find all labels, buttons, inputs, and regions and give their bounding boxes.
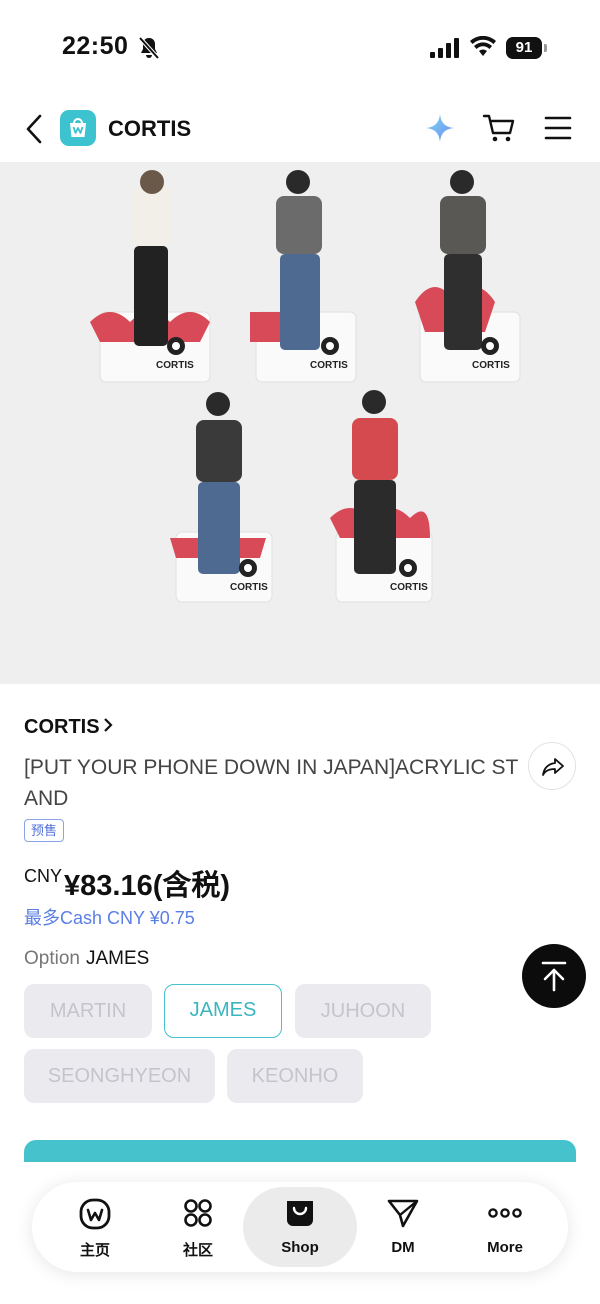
more-dots-icon xyxy=(488,1208,522,1218)
battery-cap xyxy=(544,44,547,52)
option-juhoon[interactable]: JUHOON xyxy=(295,984,431,1038)
stand-label-4: CORTIS xyxy=(230,582,268,593)
status-bar: 22:50 91 xyxy=(0,0,600,96)
product-title: [PUT YOUR PHONE DOWN IN JAPAN]ACRYLIC ST… xyxy=(24,756,519,810)
nav-shop-label: Shop xyxy=(281,1239,319,1256)
stand-label-3: CORTIS xyxy=(472,360,510,371)
acrylic-stand-4 xyxy=(170,392,273,603)
bell-off-icon xyxy=(138,36,160,60)
price-value: ¥83.16(含税) xyxy=(64,870,231,902)
chevron-right-icon xyxy=(103,718,113,732)
price-row: CNY¥83.16(含税) xyxy=(24,862,230,904)
nav-home[interactable]: 主页 xyxy=(42,1182,148,1272)
nav-dm[interactable]: DM xyxy=(350,1182,456,1272)
option-martin[interactable]: MARTIN xyxy=(24,984,152,1038)
weverse-shop-bag-icon xyxy=(60,110,96,146)
presale-badge: 预售 xyxy=(24,819,65,842)
option-selected-value: JAMES xyxy=(85,948,150,969)
bottom-nav: 主页 社区 Shop DM More xyxy=(32,1182,568,1272)
share-button[interactable] xyxy=(528,742,576,790)
stand-label-2: CORTIS xyxy=(310,360,348,371)
nav-dm-label: DM xyxy=(391,1239,415,1256)
product-image[interactable]: CORTIS CORTIS CORTIS CORTIS CORTIS xyxy=(0,162,600,684)
header-title: CORTIS xyxy=(108,116,192,141)
option-seonghyeon[interactable]: SEONGHYEON xyxy=(24,1049,215,1103)
nav-more[interactable]: More xyxy=(452,1182,558,1272)
cart-icon[interactable] xyxy=(482,112,516,144)
option-label: Option xyxy=(24,948,80,969)
acrylic-stand-3 xyxy=(415,170,521,383)
scroll-to-top-button[interactable] xyxy=(522,944,586,1008)
acrylic-stand-1 xyxy=(90,170,211,383)
stand-label-5: CORTIS xyxy=(390,582,428,593)
purchase-button-bar[interactable] xyxy=(24,1140,576,1162)
cash-reward[interactable]: 最多Cash CNY ¥0.75 xyxy=(24,904,195,930)
battery-indicator: 91 xyxy=(506,37,548,59)
acrylic-stands-illustration: CORTIS CORTIS CORTIS CORTIS CORTIS xyxy=(90,170,521,603)
shopping-bag-icon xyxy=(287,1201,313,1226)
wifi-icon xyxy=(470,36,496,56)
status-time: 22:50 xyxy=(62,32,129,60)
nav-community-label: 社区 xyxy=(182,1242,213,1259)
nav-more-label: More xyxy=(487,1239,523,1256)
option-label-row: Option JAMES xyxy=(24,948,149,970)
nav-home-label: 主页 xyxy=(79,1242,110,1259)
app-header: CORTIS xyxy=(0,100,600,162)
sparkle-ai-icon[interactable] xyxy=(424,112,456,144)
community-grid-icon xyxy=(184,1199,212,1227)
artist-name: CORTIS xyxy=(24,716,100,738)
arrow-up-to-top-icon xyxy=(541,961,567,992)
hamburger-menu-icon[interactable] xyxy=(544,114,572,142)
price-currency: CNY xyxy=(24,866,63,886)
acrylic-stand-5 xyxy=(330,390,433,603)
artist-link[interactable]: CORTIS xyxy=(24,716,114,739)
nav-shop[interactable]: Shop xyxy=(243,1187,357,1267)
option-keonho[interactable]: KEONHO xyxy=(227,1049,363,1103)
share-arrow-icon xyxy=(542,758,564,776)
back-arrow-icon[interactable] xyxy=(22,112,48,146)
stand-label-1: CORTIS xyxy=(156,360,194,371)
paper-plane-icon xyxy=(387,1199,419,1228)
option-james[interactable]: JAMES xyxy=(164,984,282,1038)
battery-level: 91 xyxy=(506,37,542,59)
nav-community[interactable]: 社区 xyxy=(145,1182,251,1272)
weverse-home-icon xyxy=(79,1198,111,1230)
acrylic-stand-2 xyxy=(250,170,357,383)
cellular-signal-icon xyxy=(430,38,459,58)
